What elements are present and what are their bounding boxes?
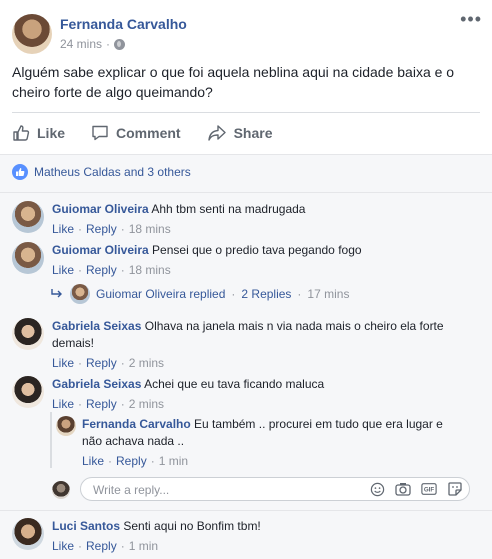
comment-actions: Like · Reply · 2 mins [52, 356, 165, 370]
comment-label: Comment [116, 125, 181, 141]
separator: · [297, 287, 302, 301]
write-reply-input[interactable] [91, 482, 345, 498]
svg-text:GIF: GIF [424, 487, 435, 494]
comment-actions: Like · Reply · 18 mins [52, 263, 171, 277]
share-button[interactable]: Share [207, 120, 273, 146]
comment-body: Guiomar Oliveira Ahh tbm senti na madrug… [52, 201, 472, 238]
author-name[interactable]: Fernanda Carvalho [60, 16, 187, 32]
reply-like-link[interactable]: Like [82, 454, 104, 468]
share-label: Share [233, 125, 273, 141]
comment-text: Pensei que o predio tava pegando fogo [152, 243, 362, 257]
commenter-name[interactable]: Guiomar Oliveira [52, 243, 149, 257]
comment-reply-link[interactable]: Reply [86, 263, 117, 277]
post-text: Alguém sabe explicar o que foi aquela ne… [12, 64, 455, 100]
post-time[interactable]: 24 mins [60, 37, 102, 51]
commenter-avatar[interactable] [12, 376, 44, 408]
post-header: Fernanda Carvalho 24 mins · ••• [12, 10, 482, 54]
commenter-avatar[interactable] [12, 242, 44, 274]
reply-arrow-icon [51, 289, 62, 298]
comment-actions: Like · Reply · 18 mins [52, 222, 171, 236]
reactions-summary[interactable]: Matheus Caldas and 3 others [12, 164, 191, 180]
commenter-name[interactable]: Gabriela Seixas [52, 377, 141, 391]
reply-reply-link[interactable]: Reply [116, 454, 147, 468]
view-replies-link[interactable]: Guiomar Oliveira replied · 2 Replies · 1… [50, 284, 349, 304]
write-reply-box[interactable]: GIF [80, 477, 470, 501]
comment-reply-link[interactable]: Reply [86, 397, 117, 411]
comment-like-link[interactable]: Like [52, 397, 74, 411]
comment-time[interactable]: 1 min [129, 539, 158, 553]
comment-time[interactable]: 2 mins [129, 356, 164, 370]
replier-avatar[interactable] [56, 416, 76, 436]
like-reaction-icon [12, 164, 28, 180]
commenter-avatar[interactable] [12, 318, 44, 350]
commenter-avatar[interactable] [12, 518, 44, 550]
thumbs-up-icon [13, 125, 30, 141]
share-arrow-icon [207, 125, 226, 141]
comment-time[interactable]: 18 mins [129, 263, 171, 277]
post-card: Fernanda Carvalho 24 mins · ••• Alguém s… [0, 0, 492, 559]
comment-like-link[interactable]: Like [52, 222, 74, 236]
comment-actions: Like · Reply · 2 mins [52, 397, 165, 411]
gif-icon[interactable]: GIF [421, 481, 437, 497]
comment-text: Achei que eu tava ficando maluca [144, 377, 325, 391]
commenter-name[interactable]: Luci Santos [52, 519, 120, 533]
thread-line [50, 412, 52, 468]
comment-like-link[interactable]: Like [52, 539, 74, 553]
reaction-names[interactable]: Matheus Caldas and 3 others [34, 165, 191, 179]
replies-count[interactable]: 2 Replies [241, 287, 291, 301]
replier-avatar [70, 284, 90, 304]
comment-body: Guiomar Oliveira Pensei que o predio tav… [52, 242, 472, 279]
sticker-icon[interactable] [447, 481, 463, 497]
comment-text: Ahh tbm senti na madrugada [151, 202, 306, 216]
comment-reply-link[interactable]: Reply [86, 356, 117, 370]
post-actions: Like Comment Share [12, 120, 480, 146]
camera-icon[interactable] [395, 481, 411, 497]
current-user-avatar [52, 481, 70, 499]
comment-time[interactable]: 2 mins [129, 397, 164, 411]
more-options-icon[interactable]: ••• [460, 10, 482, 28]
comment-reply-link[interactable]: Reply [86, 539, 117, 553]
comment-reply-link[interactable]: Reply [86, 222, 117, 236]
commenter-name[interactable]: Gabriela Seixas [52, 319, 141, 333]
post-meta: 24 mins · [60, 37, 126, 51]
commenter-avatar[interactable] [12, 201, 44, 233]
divider [0, 510, 492, 511]
replies-text: Guiomar Oliveira replied [96, 287, 226, 301]
like-button[interactable]: Like [12, 120, 65, 146]
replier-name[interactable]: Fernanda Carvalho [82, 417, 191, 431]
comment-like-link[interactable]: Like [52, 356, 74, 370]
smiley-icon[interactable] [369, 481, 385, 497]
comment-body: Gabriela Seixas Olhava na janela mais n … [52, 318, 472, 372]
comment-body: Gabriela Seixas Achei que eu tava ficand… [52, 376, 472, 413]
separator: · [231, 287, 236, 301]
comment-button[interactable]: Comment [91, 120, 181, 146]
commenter-name[interactable]: Guiomar Oliveira [52, 202, 149, 216]
comment-text: Senti aqui no Bonfim tbm! [123, 519, 261, 533]
meta-separator: · [106, 37, 111, 51]
comment-body: Luci Santos Senti aqui no Bonfim tbm! Li… [52, 518, 472, 555]
author-avatar[interactable] [12, 14, 52, 54]
reply-time[interactable]: 1 min [159, 454, 188, 468]
like-label: Like [37, 125, 66, 141]
speech-bubble-icon [92, 125, 108, 141]
comment-like-link[interactable]: Like [52, 263, 74, 277]
comment-time[interactable]: 18 mins [129, 222, 171, 236]
reply-tools: GIF [369, 481, 463, 497]
divider [0, 192, 492, 193]
divider [12, 112, 480, 113]
reply-body: Fernanda Carvalho Eu também .. procurei … [82, 416, 462, 470]
write-reply-row: GIF [52, 477, 472, 503]
globe-icon[interactable] [114, 38, 126, 50]
reply-actions: Like · Reply · 1 min [82, 454, 189, 468]
comment-actions: Like · Reply · 1 min [52, 539, 159, 553]
replies-time: 17 mins [307, 287, 350, 301]
